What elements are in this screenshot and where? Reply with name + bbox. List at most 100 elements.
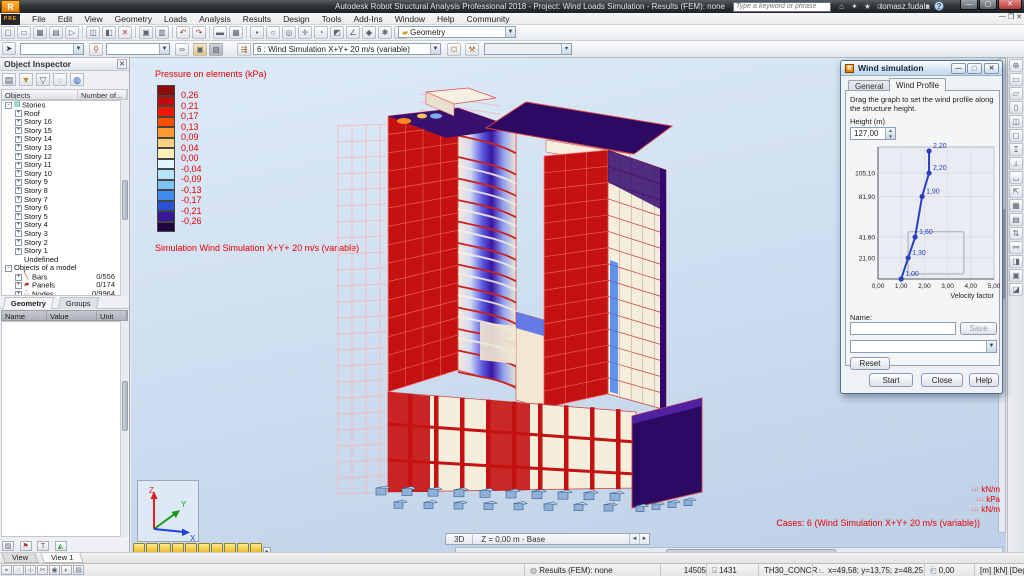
mdi-close-icon[interactable]: ✕ xyxy=(1016,13,1022,24)
window-minimize-button[interactable]: — xyxy=(960,0,978,10)
menu-tools[interactable]: Tools xyxy=(316,13,348,25)
window-maximize-button[interactable]: ▢ xyxy=(979,0,997,10)
node-tool-icon[interactable]: ⊕ xyxy=(1009,59,1023,72)
tree-item-story-14[interactable]: +Story 14 xyxy=(2,135,127,144)
node-filter-icon[interactable]: ⚲ xyxy=(89,43,103,56)
calculator-icon[interactable]: ▬ xyxy=(213,26,227,39)
load-types-icon[interactable]: ⛫ xyxy=(447,43,461,56)
menu-analysis[interactable]: Analysis xyxy=(193,13,237,25)
slab-tool-icon[interactable]: ◫ xyxy=(1009,115,1023,128)
work-plane-bar[interactable]: 3D Z = 0,00 m - Base ◄ ► xyxy=(445,533,650,545)
tree-item-story-6[interactable]: +Story 6 xyxy=(2,204,127,213)
section-icon[interactable]: ◩ xyxy=(330,26,344,39)
tab-view[interactable]: View xyxy=(1,553,38,563)
load-case-combo[interactable]: 6 : Wind Simulation X+Y+ 20 m/s (variabl… xyxy=(253,43,441,55)
tree-item-story-2[interactable]: +Story 2 xyxy=(2,239,127,248)
exchange-icon[interactable]: ✦ xyxy=(849,1,860,12)
start-button[interactable]: Start xyxy=(869,373,913,387)
tree-item-story-7[interactable]: +Story 7 xyxy=(2,196,127,205)
tables-icon[interactable]: ▦ xyxy=(229,26,243,39)
measure-icon[interactable]: ∠ xyxy=(346,26,360,39)
text-display-icon[interactable]: T xyxy=(37,541,49,551)
plane-prev-icon[interactable]: ◄ xyxy=(629,534,639,544)
combo-arrow-icon[interactable]: ▼ xyxy=(505,27,515,37)
mode-combo[interactable]: ▾ xyxy=(484,43,572,55)
dialog-minimize-icon[interactable]: — xyxy=(951,63,966,74)
tree-item-story-5[interactable]: +Story 5 xyxy=(2,213,127,222)
attributes-icon[interactable]: ◨ xyxy=(1009,255,1023,268)
load-table-icon[interactable]: ⚒ xyxy=(465,43,479,56)
node-selection-combo[interactable]: ▼ xyxy=(20,43,84,55)
print-icon[interactable]: ▤ xyxy=(49,26,63,39)
load-table-icon[interactable]: ⇅ xyxy=(1009,227,1023,240)
copy-icon[interactable]: ▣ xyxy=(139,26,153,39)
select-cursor-icon[interactable]: ➤ xyxy=(2,42,16,55)
property-column-headers[interactable]: Name Value Unit xyxy=(1,310,128,321)
web-icon[interactable]: ◍ xyxy=(70,73,84,86)
mdi-minimize-icon[interactable]: — xyxy=(999,13,1006,24)
capture-icon[interactable]: ◧ xyxy=(102,26,116,39)
tree-item-stories[interactable]: -▤Stories xyxy=(2,101,127,110)
profile-tool-icon[interactable]: Ｉ xyxy=(1009,143,1023,156)
wind-simulation-dialog[interactable]: R Wind simulation — ▢ ✕ General Wind Pro… xyxy=(840,60,1003,394)
wind-profile-chart[interactable]: 1,001,301,601,902,202,2021,0041,6081,901… xyxy=(848,143,1000,309)
tree-item-story-13[interactable]: +Story 13 xyxy=(2,144,127,153)
stories-view-icon[interactable]: ▤ xyxy=(2,73,16,86)
tree-item-story-11[interactable]: +Story 11 xyxy=(2,161,127,170)
menu-window[interactable]: Window xyxy=(389,13,431,25)
chart-display-icon[interactable]: ◭ xyxy=(55,541,67,551)
select-mode-icon[interactable]: ▤ xyxy=(73,565,84,575)
tree-item-story-15[interactable]: +Story 15 xyxy=(2,127,127,136)
tree-item-story-12[interactable]: +Story 12 xyxy=(2,153,127,162)
property-scrollbar[interactable] xyxy=(120,321,128,537)
menu-file[interactable]: File xyxy=(26,13,52,25)
tree-item-story-9[interactable]: +Story 9 xyxy=(2,178,127,187)
panel-tool-icon[interactable]: ▱ xyxy=(1009,87,1023,100)
mdi-restore-icon[interactable]: ❐ xyxy=(1008,13,1014,24)
menu-view[interactable]: View xyxy=(78,13,108,25)
tree-item-story-10[interactable]: +Story 10 xyxy=(2,170,127,179)
support-tool-icon[interactable]: ⟂ xyxy=(1009,157,1023,170)
flag-display-icon[interactable]: ⚑ xyxy=(20,541,32,551)
grid-icon[interactable]: ⁙ xyxy=(13,565,24,575)
menu-help[interactable]: Help xyxy=(431,13,460,25)
open-icon[interactable]: ▭ xyxy=(17,26,31,39)
dialog-title-bar[interactable]: R Wind simulation — ▢ ✕ xyxy=(841,61,1002,76)
cut-icon[interactable]: ✂ xyxy=(37,565,48,575)
help-button[interactable]: Help xyxy=(969,373,999,387)
tree-column-headers[interactable]: Objects Number of... xyxy=(1,89,128,100)
display-attributes-icon[interactable]: ▣ xyxy=(193,43,207,56)
dialog-close-icon[interactable]: ✕ xyxy=(984,63,999,74)
search-go-icon[interactable]: ⌂ xyxy=(836,1,847,12)
tab-wind-profile[interactable]: Wind Profile xyxy=(889,78,946,91)
design-icon[interactable]: ◆ xyxy=(362,26,376,39)
user-menu-chevron-icon[interactable]: ▾ xyxy=(922,1,933,12)
object-snap-icon[interactable]: ◉ xyxy=(49,565,60,575)
spinner-arrows-icon[interactable]: ▲▼ xyxy=(885,128,895,139)
menu-community[interactable]: Community xyxy=(460,13,515,25)
lock-icon[interactable]: ▪ xyxy=(250,26,264,39)
reset-button[interactable]: Reset xyxy=(850,357,890,370)
saved-profiles-combo[interactable]: ▼ xyxy=(850,340,997,353)
delete-icon[interactable]: ✕ xyxy=(118,26,132,39)
preview-icon[interactable]: ◫ xyxy=(86,26,100,39)
save-button[interactable]: Save xyxy=(960,322,997,335)
building-model[interactable] xyxy=(330,64,740,519)
offset-tool-icon[interactable]: ⇱ xyxy=(1009,185,1023,198)
numbering-tool-icon[interactable]: ▦ xyxy=(1009,199,1023,212)
layout-selector-combo[interactable]: ▰ Geometry ▼ xyxy=(398,26,516,38)
display-filter-icon[interactable]: ◐ xyxy=(61,565,72,575)
search-input[interactable] xyxy=(733,2,831,12)
tree-item-story-3[interactable]: +Story 3 xyxy=(2,230,127,239)
tree-item-nodes[interactable]: +∴Nodes0/9964 xyxy=(2,290,127,296)
save-icon[interactable]: ▦ xyxy=(33,26,47,39)
volume-tool-icon[interactable]: ◻ xyxy=(1009,129,1023,142)
mesh-tool-icon[interactable]: ▤ xyxy=(1009,213,1023,226)
tree-item-roof[interactable]: +Roof xyxy=(2,110,127,119)
template-icon[interactable]: ◪ xyxy=(1009,283,1023,296)
view-template-icon[interactable]: ▧ xyxy=(209,43,223,56)
plane-next-icon[interactable]: ► xyxy=(639,534,649,544)
tree-item-story-16[interactable]: +Story 16 xyxy=(2,118,127,127)
release-tool-icon[interactable]: ◡ xyxy=(1009,171,1023,184)
options-icon[interactable]: ✱ xyxy=(378,26,392,39)
